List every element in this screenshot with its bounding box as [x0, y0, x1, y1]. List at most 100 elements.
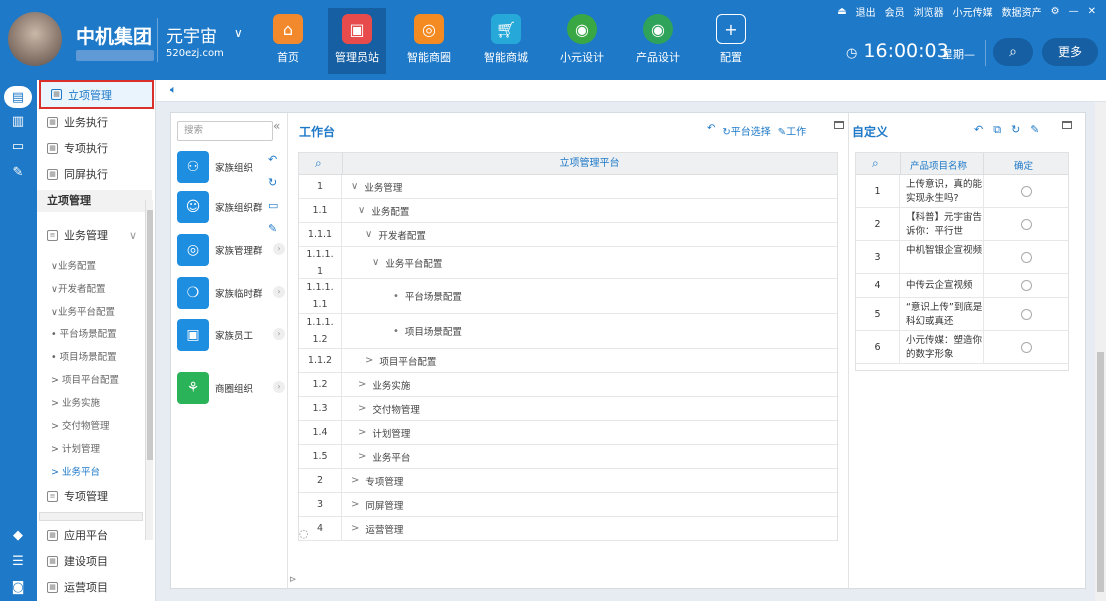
minimize-icon[interactable]: [1062, 121, 1072, 129]
confirm-radio[interactable]: [1020, 308, 1032, 320]
table-row[interactable]: 4 > 运营管理: [299, 517, 837, 541]
gear-icon[interactable]: ⚙: [1051, 6, 1060, 17]
confirm-radio[interactable]: [1020, 218, 1032, 230]
chevron-right-icon[interactable]: ›: [273, 286, 285, 298]
list-item[interactable]: 3 中机智银企宣视频: [856, 241, 1068, 274]
row-expand-marker[interactable]: ∨: [365, 229, 372, 240]
tree-item[interactable]: > 交付物管理: [51, 418, 109, 432]
briefcase-icon[interactable]: ▤: [4, 86, 32, 108]
server-icon[interactable]: ☰: [6, 550, 30, 572]
sidebar-item-business-exec[interactable]: ▦ 业务执行: [37, 109, 152, 135]
close-icon[interactable]: ✕: [1088, 6, 1096, 17]
tree-item[interactable]: ∨业务配置: [51, 258, 96, 272]
search-input[interactable]: 搜索: [177, 121, 273, 141]
tree-root-special[interactable]: ≡ 专项管理: [37, 483, 152, 509]
edit-icon[interactable]: ✎: [268, 222, 277, 235]
minimize-icon[interactable]: [834, 121, 844, 129]
table-row[interactable]: 1.1.1 ∨ 开发者配置: [299, 223, 837, 247]
table-row[interactable]: 1 ∨ 业务管理: [299, 175, 837, 199]
confirm-radio[interactable]: [1020, 185, 1032, 197]
sidebar-item-project-management[interactable]: ▦ 立项管理: [39, 80, 154, 109]
row-expand-marker[interactable]: ∨: [358, 205, 365, 216]
group-item[interactable]: ❍ 家族临时群 ›: [177, 275, 285, 311]
list-item[interactable]: 2 【科普】元宇宙告诉你：平行世: [856, 208, 1068, 241]
confirm-radio[interactable]: [1020, 251, 1032, 263]
sidebar-scrollbar[interactable]: [145, 200, 153, 540]
sidebar-item-app-platform[interactable]: ▦ 应用平台: [37, 522, 152, 548]
group-item[interactable]: ◎ 家族管理群 ›: [177, 232, 285, 268]
row-expand-marker[interactable]: >: [358, 403, 366, 414]
document-icon[interactable]: ▥: [6, 110, 30, 132]
row-expand-marker[interactable]: >: [365, 355, 373, 366]
table-row[interactable]: 1.3 > 交付物管理: [299, 397, 837, 421]
sidebar-hscrollbar[interactable]: [39, 512, 143, 521]
table-row[interactable]: 1.1.1. 1 ∨ 业务平台配置: [299, 247, 837, 279]
row-expand-marker[interactable]: >: [351, 499, 359, 510]
tree-root-business[interactable]: ≡ 业务管理 ∨: [37, 222, 152, 248]
universe-title[interactable]: 元宇宙: [166, 22, 217, 47]
row-expand-marker[interactable]: ∨: [372, 257, 379, 268]
tree-item-active[interactable]: > 业务平台: [51, 464, 100, 478]
sidebar-item-construction[interactable]: ▦ 建设项目: [37, 548, 152, 574]
tree-item[interactable]: > 计划管理: [51, 441, 100, 455]
table-row[interactable]: 1.1.1. 1.2 • 项目场景配置: [299, 314, 837, 349]
table-row[interactable]: 1.1 ∨ 业务配置: [299, 199, 837, 223]
avatar[interactable]: [8, 12, 62, 66]
chevron-right-icon[interactable]: ›: [273, 328, 285, 340]
back-icon[interactable]: ↶: [707, 123, 715, 138]
chevron-right-icon[interactable]: ›: [273, 243, 285, 255]
link-data-assets[interactable]: 数据资产: [1002, 4, 1042, 19]
scrollbar-thumb[interactable]: [1097, 352, 1104, 592]
scroll-circle-icon[interactable]: ◌: [299, 527, 309, 540]
table-row[interactable]: 1.5 > 业务平台: [299, 445, 837, 469]
nav-admin-station[interactable]: ▣ 管理员站: [328, 8, 386, 74]
refresh-icon[interactable]: ↻: [268, 176, 277, 189]
tree-item[interactable]: > 业务实施: [51, 395, 100, 409]
platform-select-button[interactable]: ↻平台选择: [722, 123, 770, 138]
tree-item[interactable]: ∨开发者配置: [51, 281, 105, 295]
list-item[interactable]: 6 小元传媒：塑造你的数字形象: [856, 331, 1068, 364]
layers-icon[interactable]: ⧉: [993, 123, 1001, 137]
speaker-icon[interactable]: 🔈︎: [170, 83, 177, 97]
row-expand-marker[interactable]: >: [351, 475, 359, 486]
link-logout[interactable]: 退出: [856, 4, 876, 19]
chevron-down-icon[interactable]: ∨: [234, 26, 243, 40]
edit-icon[interactable]: ✎: [6, 161, 30, 183]
refresh-icon[interactable]: ↻: [1011, 123, 1020, 137]
nav-smart-circle[interactable]: ◎ 智能商圈: [400, 14, 458, 65]
sidebar-item-same-screen-exec[interactable]: ▦ 同屏执行: [37, 161, 152, 187]
group-item[interactable]: ▣ 家族员工 ›: [177, 317, 285, 353]
confirm-radio[interactable]: [1020, 341, 1032, 353]
sidebar-item-operations[interactable]: ▦ 运营项目: [37, 574, 152, 600]
tree-item[interactable]: ∨业务平台配置: [51, 304, 115, 318]
nav-product-design[interactable]: ◉ 产品设计: [629, 14, 687, 65]
edit-icon[interactable]: ✎: [1030, 123, 1039, 137]
screen-icon[interactable]: ▭: [6, 135, 30, 157]
search-icon[interactable]: ⌕: [315, 156, 322, 171]
tree-item[interactable]: • 项目场景配置: [51, 349, 117, 363]
table-row[interactable]: 1.2 > 业务实施: [299, 373, 837, 397]
list-item[interactable]: 5 “意识上传”到底是科幻或真还: [856, 298, 1068, 331]
back-icon[interactable]: ↶: [974, 123, 983, 137]
screen-icon[interactable]: ▭: [268, 199, 278, 212]
link-member[interactable]: 会员: [885, 4, 905, 19]
expand-handle-icon[interactable]: ⊳: [289, 575, 297, 585]
scrollbar-thumb[interactable]: [147, 210, 153, 460]
row-expand-marker[interactable]: •: [393, 326, 399, 337]
row-expand-marker[interactable]: ∨: [351, 181, 358, 192]
table-row[interactable]: 1.4 > 计划管理: [299, 421, 837, 445]
nav-config[interactable]: + 配置: [702, 14, 760, 65]
tree-item[interactable]: • 平台场景配置: [51, 326, 117, 340]
row-expand-marker[interactable]: >: [351, 523, 359, 534]
list-item[interactable]: 1 上传意识，真的能实现永生吗?: [856, 175, 1068, 208]
search-icon[interactable]: ⌕: [872, 156, 879, 171]
row-expand-marker[interactable]: >: [358, 451, 366, 462]
list-item[interactable]: 4 中传云企宣视频: [856, 274, 1068, 298]
nav-xiaoyuan-design[interactable]: ◉ 小元设计: [553, 14, 611, 65]
cube-icon[interactable]: ◆: [6, 524, 30, 546]
row-expand-marker[interactable]: >: [358, 379, 366, 390]
nav-home[interactable]: ⌂ 首页: [259, 14, 317, 65]
sidebar-item-special-exec[interactable]: ▦ 专项执行: [37, 135, 152, 161]
work-button[interactable]: ✎工作: [778, 123, 806, 138]
nav-smart-mall[interactable]: 🛒︎ 智能商城: [477, 14, 535, 65]
